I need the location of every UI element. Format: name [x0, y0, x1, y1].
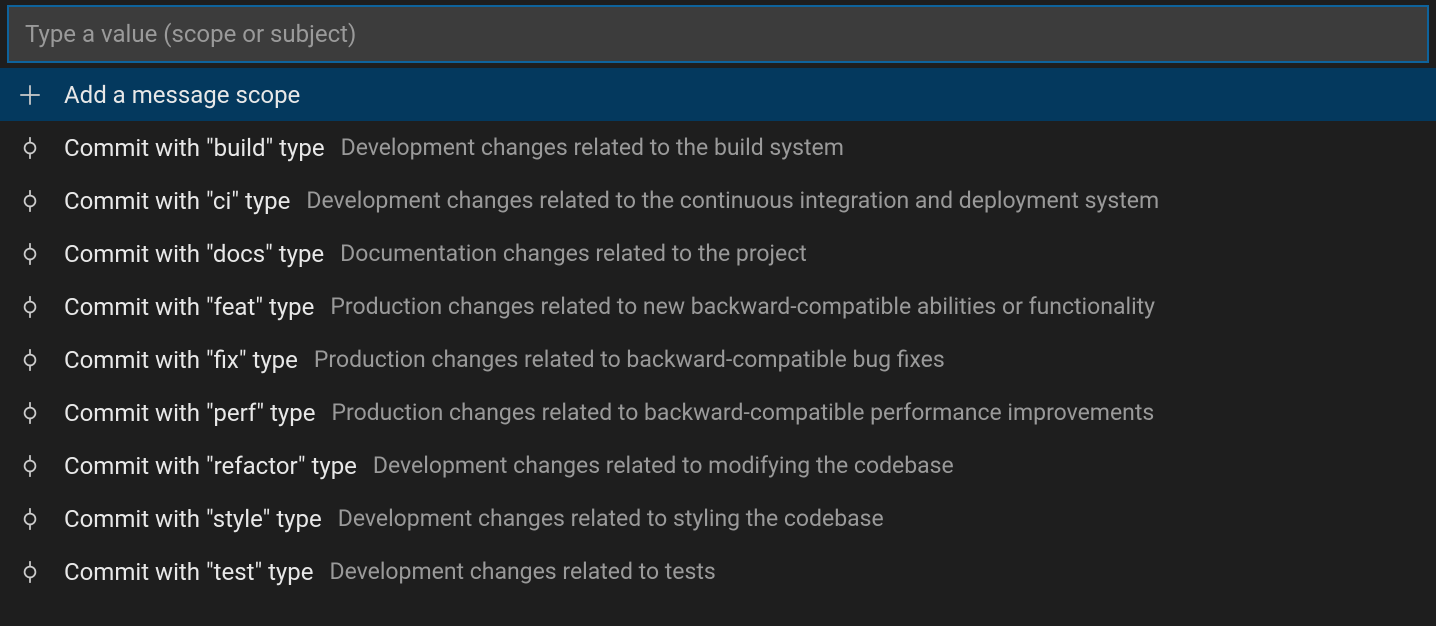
add-scope-label: Add a message scope: [64, 81, 300, 109]
options-list: Add a message scope Commit with "build" …: [0, 68, 1436, 598]
commit-type-item[interactable]: Commit with "build" type Development cha…: [0, 121, 1436, 174]
commit-type-label: Commit with "test" type: [64, 558, 314, 586]
commit-type-item[interactable]: Commit with "ci" type Development change…: [0, 174, 1436, 227]
commit-type-item[interactable]: Commit with "fix" type Production change…: [0, 333, 1436, 386]
quick-pick-panel: Add a message scope Commit with "build" …: [0, 0, 1436, 598]
commit-icon: [12, 506, 48, 532]
commit-icon: [12, 453, 48, 479]
input-container: [0, 0, 1436, 68]
commit-icon: [12, 188, 48, 214]
commit-icon: [12, 400, 48, 426]
commit-type-desc: Documentation changes related to the pro…: [340, 240, 807, 267]
commit-type-label: Commit with "feat" type: [64, 293, 314, 321]
commit-type-desc: Production changes related to backward-c…: [314, 346, 945, 373]
commit-type-item[interactable]: Commit with "test" type Development chan…: [0, 545, 1436, 598]
plus-icon: [12, 82, 48, 108]
commit-type-desc: Development changes related to styling t…: [338, 505, 884, 532]
commit-icon: [12, 294, 48, 320]
commit-icon: [12, 347, 48, 373]
commit-type-label: Commit with "docs" type: [64, 240, 324, 268]
commit-type-label: Commit with "style" type: [64, 505, 322, 533]
commit-type-label: Commit with "ci" type: [64, 187, 290, 215]
commit-type-desc: Development changes related to tests: [330, 558, 716, 585]
commit-type-label: Commit with "build" type: [64, 134, 325, 162]
commit-type-desc: Development changes related to the conti…: [306, 187, 1159, 214]
commit-icon: [12, 135, 48, 161]
commit-type-label: Commit with "perf" type: [64, 399, 315, 427]
commit-type-item[interactable]: Commit with "perf" type Production chang…: [0, 386, 1436, 439]
commit-type-desc: Development changes related to the build…: [341, 134, 844, 161]
commit-icon: [12, 559, 48, 585]
add-scope-item[interactable]: Add a message scope: [0, 68, 1436, 121]
scope-input[interactable]: [8, 6, 1428, 62]
commit-type-desc: Development changes related to modifying…: [373, 452, 954, 479]
commit-type-label: Commit with "fix" type: [64, 346, 298, 374]
commit-type-item[interactable]: Commit with "refactor" type Development …: [0, 439, 1436, 492]
commit-type-label: Commit with "refactor" type: [64, 452, 357, 480]
commit-type-desc: Production changes related to new backwa…: [330, 293, 1155, 320]
commit-type-item[interactable]: Commit with "docs" type Documentation ch…: [0, 227, 1436, 280]
commit-type-item[interactable]: Commit with "feat" type Production chang…: [0, 280, 1436, 333]
commit-icon: [12, 241, 48, 267]
commit-type-desc: Production changes related to backward-c…: [331, 399, 1154, 426]
commit-type-item[interactable]: Commit with "style" type Development cha…: [0, 492, 1436, 545]
